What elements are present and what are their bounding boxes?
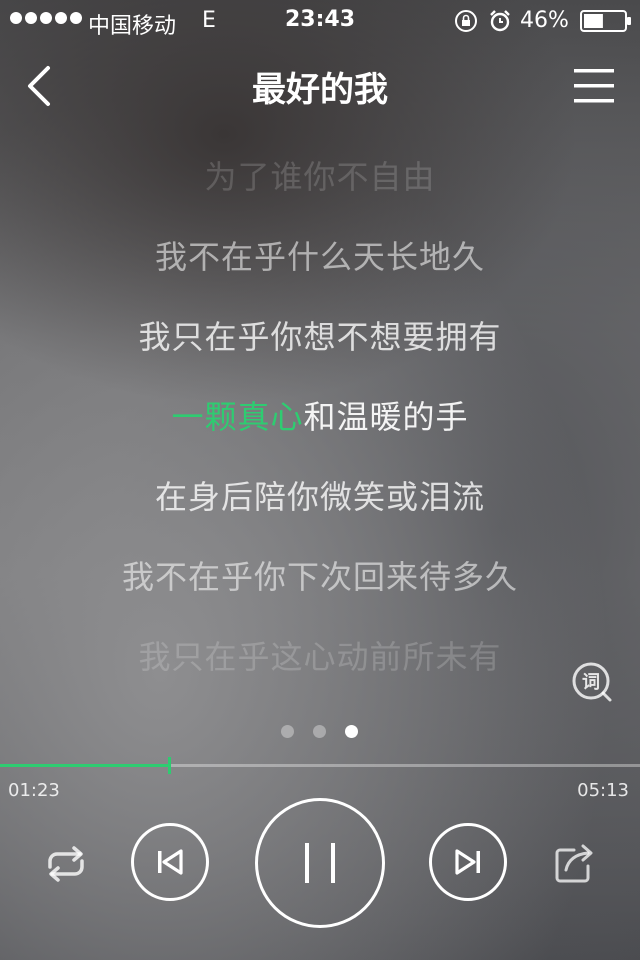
lyric-line: 我只在乎你想不想要拥有 [138,318,502,356]
rotation-lock-icon [454,9,478,33]
lyric-line: 为了谁你不自由 [204,158,436,196]
repeat-icon[interactable] [42,843,90,885]
song-title: 最好的我 [252,70,388,110]
battery-percentage: 46% [520,8,569,33]
next-track-button[interactable] [429,823,507,901]
progress-thumb[interactable] [168,757,172,774]
hamburger-menu-icon[interactable] [572,66,616,106]
elapsed-time: 01:23 [8,780,60,801]
pause-button[interactable] [255,798,385,928]
previous-track-button[interactable] [131,823,209,901]
pause-icon [305,843,335,883]
progress-bar[interactable] [0,757,640,774]
page-dot-1[interactable] [281,725,294,738]
alarm-clock-icon [488,9,512,33]
lyrics-toggle-label: 词 [582,672,600,693]
skip-previous-icon [158,849,183,875]
battery-icon [580,10,632,32]
current-lyric-line: 一颗真心和温暖的手 [0,392,640,438]
status-bar: 中国移动 E 23:43 46% [0,0,640,40]
lyric-remaining-portion: 和温暖的手 [303,398,469,436]
total-time: 05:13 [577,780,629,801]
share-icon[interactable] [552,840,598,886]
skip-next-icon [455,849,480,875]
lyric-line: 在身后陪你微笑或泪流 [154,478,485,516]
lyrics-toggle-button[interactable]: 词 [570,660,614,704]
progress-fill [0,764,170,767]
page-dot-3[interactable] [345,725,358,738]
lyric-sung-portion: 一颗真心 [171,398,304,436]
lyric-line: 我不在乎你下次回来待多久 [121,558,518,596]
lyric-line: 我只在乎这心动前所未有 [138,638,502,676]
page-dot-2[interactable] [313,725,326,738]
lyric-line: 我不在乎什么天长地久 [154,238,485,276]
